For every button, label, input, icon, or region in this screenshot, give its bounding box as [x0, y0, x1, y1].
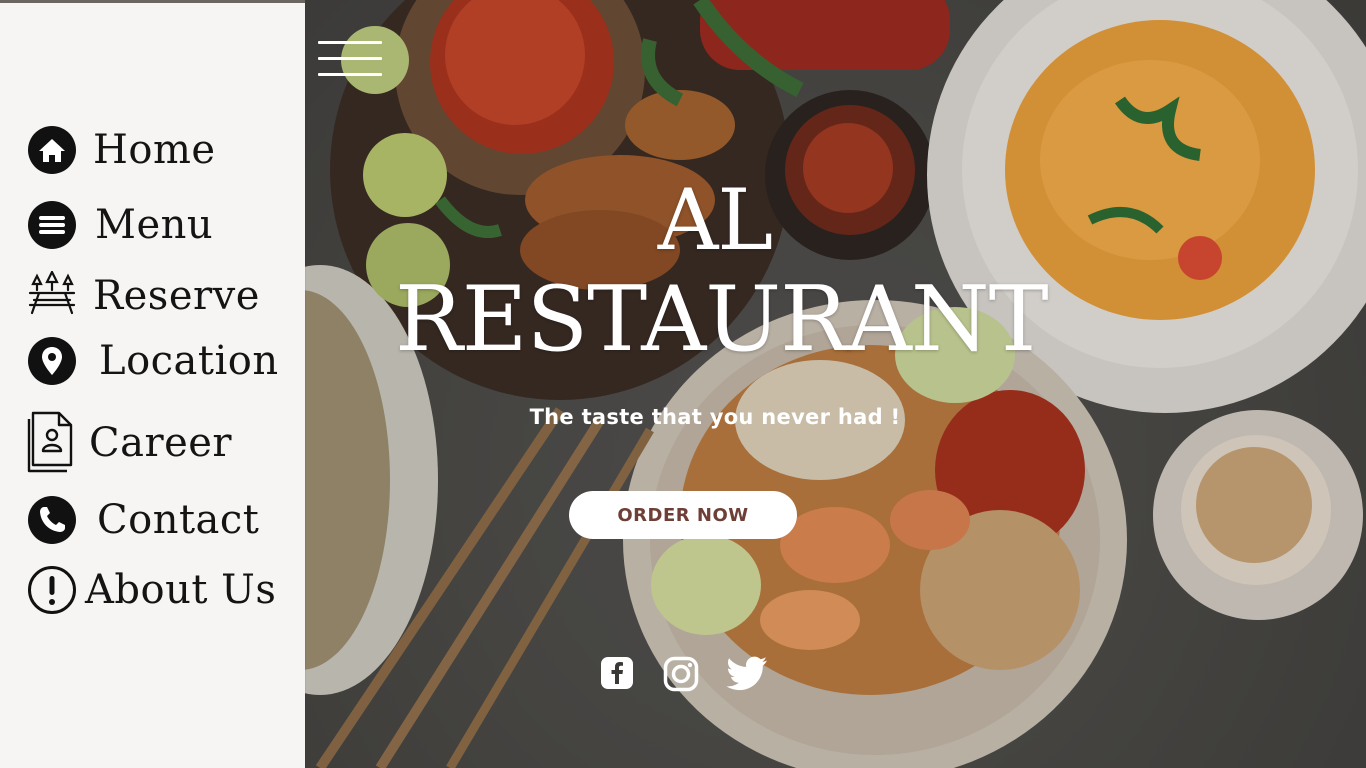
hamburger-bar	[318, 73, 382, 76]
home-icon	[27, 125, 77, 175]
nav-item-menu[interactable]: Menu	[27, 200, 213, 250]
menu-circle-icon	[27, 200, 77, 250]
nav-item-location[interactable]: Location	[27, 336, 279, 386]
hero-tagline: The taste that you never had !	[529, 405, 901, 429]
hero-title-line2: RESTAURANT	[395, 267, 1049, 372]
location-pin-icon	[27, 336, 77, 386]
hero-title-line1: AL	[657, 171, 773, 269]
picnic-table-icon	[27, 271, 77, 321]
nav-item-about-us[interactable]: About Us	[27, 565, 276, 615]
twitter-icon[interactable]	[726, 656, 768, 696]
order-now-button[interactable]: ORDER NOW	[569, 491, 797, 539]
nav-label-career: Career	[89, 420, 233, 466]
hamburger-menu-button[interactable]	[318, 40, 382, 78]
nav-item-contact[interactable]: Contact	[27, 495, 259, 545]
phone-icon	[27, 495, 77, 545]
facebook-icon[interactable]	[600, 656, 634, 694]
nav-label-about-us: About Us	[85, 567, 277, 613]
nav-label-home: Home	[93, 127, 216, 173]
nav-item-career[interactable]: Career	[27, 409, 232, 477]
sidebar-nav: Home Menu Reserve Location Career Contac…	[0, 0, 305, 768]
resume-document-icon	[27, 409, 77, 477]
hamburger-bar	[318, 41, 382, 44]
hamburger-bar	[318, 57, 382, 60]
instagram-icon[interactable]	[663, 656, 699, 696]
nav-label-location: Location	[99, 338, 279, 384]
nav-item-reserve[interactable]: Reserve	[27, 271, 260, 321]
nav-label-menu: Menu	[95, 202, 214, 248]
exclamation-circle-icon	[27, 565, 77, 615]
nav-item-home[interactable]: Home	[27, 125, 216, 175]
nav-label-contact: Contact	[97, 497, 260, 543]
nav-label-reserve: Reserve	[93, 273, 260, 319]
